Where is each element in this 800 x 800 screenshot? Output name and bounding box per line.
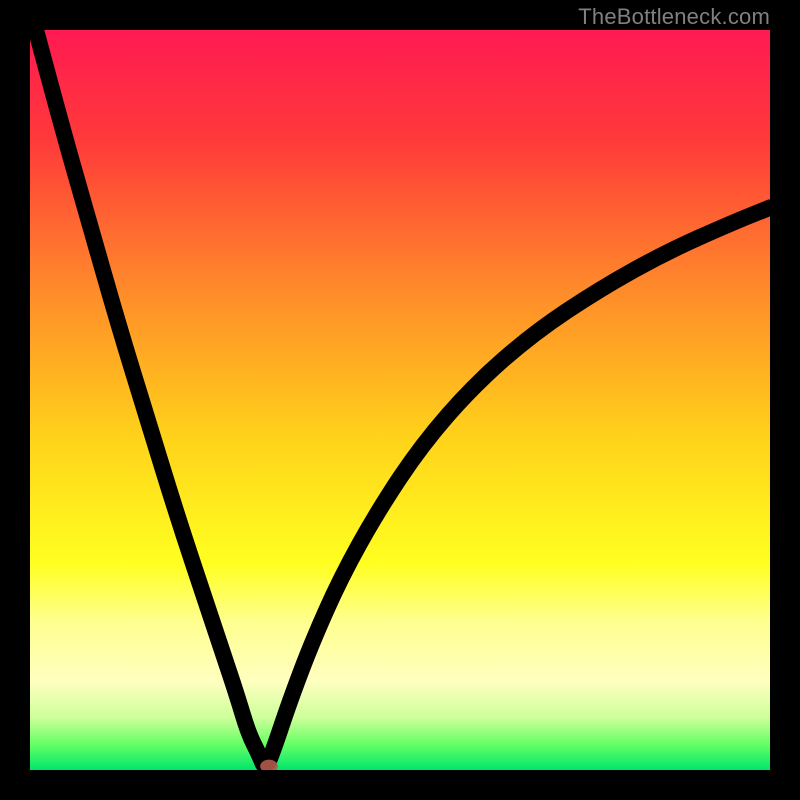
watermark-text: TheBottleneck.com: [578, 4, 770, 30]
plot-area: [30, 30, 770, 770]
bottleneck-curve: [30, 30, 770, 766]
chart-frame: TheBottleneck.com: [0, 0, 800, 800]
curve-layer: [30, 30, 770, 770]
